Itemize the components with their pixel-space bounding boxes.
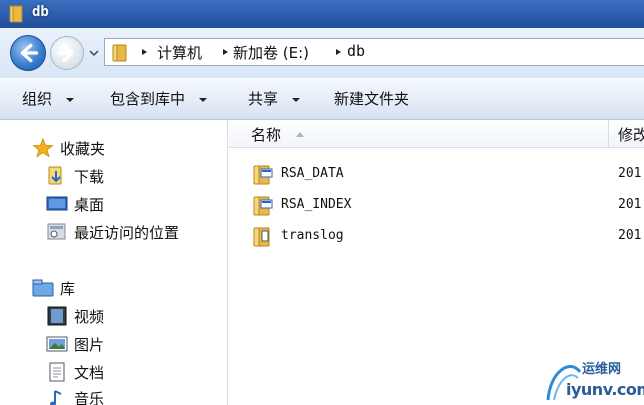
watermark: 运维网 iyunv.com (540, 352, 644, 405)
sidebar-item-label: 视频 (74, 308, 105, 326)
share-label: 共享 (248, 90, 279, 108)
arrow-right-icon (56, 43, 74, 63)
file-row[interactable]: RSA_INDEX 201 (251, 193, 644, 219)
sidebar-item-label: 最近访问的位置 (74, 224, 180, 242)
pictures-icon (46, 336, 68, 352)
file-date: 201 (618, 197, 642, 212)
sidebar-item-label: 库 (60, 280, 76, 298)
folder-icon (9, 5, 23, 23)
arrow-left-icon (20, 43, 39, 63)
file-name: translog (281, 228, 344, 243)
organize-label: 组织 (22, 90, 53, 108)
column-date-label: 修改 (618, 126, 644, 144)
watermark-text: 运维网 (582, 362, 622, 377)
star-icon (32, 138, 54, 158)
folder-config-icon (253, 165, 273, 185)
column-name-label: 名称 (251, 126, 282, 144)
chevron-down-icon (198, 97, 207, 102)
chevron-right-icon[interactable] (139, 47, 149, 57)
folder-config-icon (253, 196, 273, 216)
file-date: 201 (618, 166, 642, 181)
include-in-library-label: 包含到库中 (110, 90, 186, 108)
desktop-icon (46, 196, 68, 211)
downloads-folder-icon (48, 166, 62, 185)
forward-button[interactable] (50, 36, 84, 70)
new-folder-label: 新建文件夹 (334, 90, 410, 108)
command-bar: 组织 包含到库中 共享 新建文件夹 (0, 78, 644, 120)
column-header-row: 名称 修改 (229, 120, 644, 148)
sidebar-item-label: 图片 (74, 336, 105, 354)
chevron-right-icon[interactable] (220, 47, 230, 57)
sidebar-item-label: 文档 (74, 364, 105, 382)
chevron-down-icon (291, 97, 300, 102)
sort-ascending-icon (296, 132, 304, 137)
breadcrumb-folder[interactable]: db (347, 42, 365, 60)
sidebar-item-label: 下载 (74, 168, 105, 186)
new-folder-button[interactable]: 新建文件夹 (334, 88, 409, 110)
organize-menu[interactable]: 组织 (22, 88, 75, 110)
navigation-bar: 计算机 新加卷 (E:) db (0, 28, 644, 78)
file-name: RSA_INDEX (281, 197, 352, 212)
chevron-down-icon (65, 97, 74, 102)
document-icon (49, 362, 65, 382)
sidebar-item-label: 桌面 (74, 196, 105, 214)
library-icon (32, 279, 54, 297)
breadcrumb-drive[interactable]: 新加卷 (E:) (233, 42, 309, 63)
file-row[interactable]: RSA_DATA 201 (251, 162, 644, 188)
recent-pages-dropdown-icon[interactable] (88, 48, 100, 58)
include-in-library-menu[interactable]: 包含到库中 (110, 88, 208, 110)
column-header-date-modified[interactable]: 修改 (610, 120, 644, 148)
file-date: 201 (618, 228, 642, 243)
file-name: RSA_DATA (281, 166, 344, 181)
recent-places-icon (47, 223, 66, 240)
window-title: db (32, 4, 49, 20)
sidebar-item-label: 收藏夹 (60, 140, 106, 158)
breadcrumb-computer[interactable]: 计算机 (157, 42, 202, 63)
watermark-url: iyunv.com (566, 380, 644, 399)
navigation-pane: 收藏夹 下载 桌面 最近访问的位置 库 视频 图片 文档 音乐 (0, 120, 228, 405)
address-bar[interactable]: 计算机 新加卷 (E:) db (104, 38, 644, 66)
music-icon (50, 390, 62, 405)
share-menu[interactable]: 共享 (248, 88, 301, 110)
folder-icon (112, 44, 127, 62)
column-header-name[interactable]: 名称 (229, 120, 609, 148)
chevron-right-icon[interactable] (333, 47, 343, 57)
back-button[interactable] (10, 35, 46, 71)
title-bar: db (0, 0, 644, 28)
video-icon (47, 306, 67, 326)
file-row[interactable]: translog 201 (251, 224, 644, 250)
sidebar-item-label: 音乐 (74, 390, 105, 405)
folder-doc-icon (253, 227, 270, 247)
